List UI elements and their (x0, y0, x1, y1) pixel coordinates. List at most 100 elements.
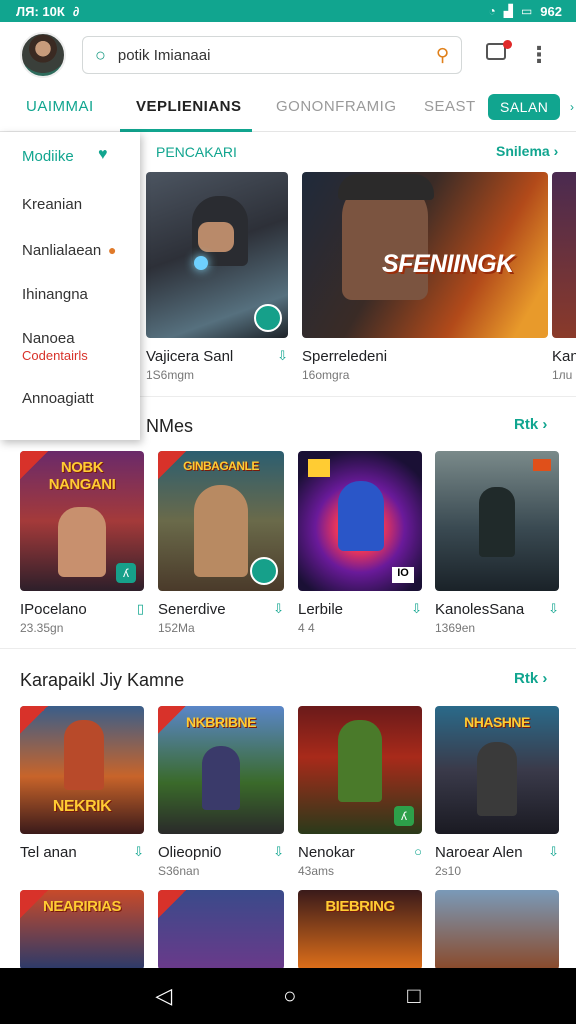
tab-1[interactable]: UAIMMAI (26, 98, 94, 115)
download-icon[interactable]: ○ (414, 844, 422, 861)
game-logo (308, 459, 330, 477)
game-card[interactable]: NOBK NANGANI ʎ IPocelano ▯ 23.35gn (20, 451, 144, 635)
card-title: Senerdive (158, 601, 226, 618)
section-see-all[interactable]: Rtk › (514, 416, 547, 433)
game-thumbnail[interactable] (146, 172, 288, 338)
notification-dot (503, 40, 512, 49)
featured-card-1[interactable]: Vajicera Sanl ⇩ 1S6mgm (146, 172, 288, 382)
game-thumbnail[interactable]: GINBAGANLE (158, 451, 284, 591)
character-face (198, 222, 234, 252)
card-title: Kan (552, 348, 576, 365)
search-box[interactable]: ○ potik Imianaai ⚲ (82, 36, 462, 74)
game-card[interactable] (435, 890, 559, 970)
game-card[interactable]: IO Lerbile ⇩ 4 4 (298, 451, 422, 635)
game-thumbnail[interactable] (552, 172, 576, 338)
section-see-all[interactable]: Rtk › (514, 670, 547, 687)
tab-3[interactable]: GONONFRAMIG (276, 98, 397, 115)
status-right-text: 962 (540, 3, 562, 19)
card-title: KanolesSana (435, 601, 525, 618)
card-size: 23.35gn (20, 621, 64, 635)
game-title-art: IO (392, 567, 414, 583)
card-title: Olieopni0 (158, 844, 222, 861)
menu-item-5[interactable]: Nanoea (22, 330, 75, 347)
download-icon[interactable]: ⇩ (273, 844, 284, 861)
download-icon[interactable]: ⇩ (548, 844, 559, 861)
card-title-row: IPocelano ▯ (20, 601, 144, 618)
game-title-art: NEKRIK (52, 798, 112, 815)
game-card[interactable]: NEARIRIAS (20, 890, 144, 970)
game-card[interactable]: NEKRIK Tel anan ⇩ (20, 706, 144, 864)
game-title-art: GINBAGANLE (183, 459, 259, 473)
game-thumbnail[interactable] (435, 451, 559, 591)
game-thumbnail[interactable]: SFENIINGK (302, 172, 548, 338)
game-card[interactable]: NHASHNE Naroear Alen ⇩ 2s10 (435, 706, 559, 878)
game-card[interactable]: ʎ Nenokar ○ 43ams (298, 706, 422, 878)
card-title-row: Naroear Alen ⇩ (435, 844, 559, 861)
home-icon[interactable]: ○ (283, 983, 296, 1009)
game-thumbnail[interactable]: NKBRIBNE (158, 706, 284, 834)
section-title: Karapaikl Jiy Kamne (20, 670, 185, 690)
game-thumbnail[interactable]: NOBK NANGANI ʎ (20, 451, 144, 591)
glow-art (194, 256, 208, 270)
download-icon[interactable]: ⇩ (273, 601, 284, 618)
game-thumbnail[interactable]: ʎ (298, 706, 422, 834)
card-title-row: Vajicera Sanl ⇩ (146, 348, 288, 365)
tab-4[interactable]: SEAST (424, 98, 476, 115)
game-card[interactable]: KanolesSana ⇩ 1369en (435, 451, 559, 635)
game-thumbnail[interactable]: NHASHNE (435, 706, 559, 834)
download-icon[interactable]: ⇩ (548, 601, 559, 618)
game-title-art: NKBRIBNE (186, 714, 256, 730)
avatar[interactable] (20, 32, 66, 78)
card-size: 152Ma (158, 621, 195, 635)
more-menu-icon[interactable]: ⋮ (528, 44, 550, 66)
game-thumbnail[interactable]: BIEBRING (298, 890, 422, 970)
search-input[interactable]: potik Imianaai (118, 47, 424, 64)
card-size: 1369en (435, 621, 476, 635)
download-icon[interactable]: ⇩ (411, 601, 422, 618)
notification-icon[interactable] (486, 40, 512, 67)
game-card[interactable] (158, 890, 284, 970)
menu-item-4[interactable]: Ihinangna (22, 286, 88, 303)
card-title-row: Sperreledeni (302, 348, 548, 365)
download-icon[interactable]: ⇩ (133, 844, 144, 861)
card-title-row: KanolesSana ⇩ (435, 601, 559, 618)
tab-scroll-icon[interactable]: › (570, 100, 576, 114)
game-title-art: NEARIRIAS (42, 898, 122, 915)
recents-icon[interactable]: □ (407, 983, 420, 1009)
tab-5[interactable]: SALAN (488, 94, 561, 120)
menu-item-6[interactable]: Annoagiatt (22, 390, 94, 407)
game-thumbnail[interactable] (158, 890, 284, 970)
game-thumbnail[interactable]: NEARIRIAS (20, 890, 144, 970)
tab-bar: UAIMMAI VEPLIENIANS GONONFRAMIG SEAST SA… (0, 88, 576, 132)
menu-item-2[interactable]: Kreanian (22, 196, 82, 213)
game-title-art: NHASHNE (464, 714, 530, 730)
status-time: ЛЯ: 10К (16, 3, 65, 19)
featured-see-all[interactable]: Snilema › (496, 143, 558, 159)
card-title-row: Tel anan ⇩ (20, 844, 144, 861)
game-title-art: SFENIINGK (382, 250, 514, 278)
game-thumbnail[interactable]: NEKRIK (20, 706, 144, 834)
character-art (338, 720, 382, 802)
game-thumbnail[interactable]: IO (298, 451, 422, 591)
play-badge-icon (254, 304, 282, 332)
game-logo (533, 459, 551, 471)
featured-card-2[interactable]: SFENIINGK Sperreledeni 16omgra (302, 172, 548, 382)
download-icon[interactable]: ▯ (137, 601, 144, 618)
download-icon[interactable]: ⇩ (277, 348, 288, 365)
play-badge-icon (250, 557, 278, 585)
card-title: IPocelano (20, 601, 87, 618)
game-card[interactable]: BIEBRING (298, 890, 422, 970)
game-thumbnail[interactable] (435, 890, 559, 970)
menu-item-1[interactable]: Modiike (22, 148, 74, 165)
featured-card-3[interactable]: Kan 1лu (552, 172, 576, 382)
search-submit-icon[interactable]: ⚲ (436, 45, 449, 66)
card-title: Tel anan (20, 844, 77, 861)
tab-2[interactable]: VEPLIENIANS (136, 98, 242, 115)
card-size: 1S6mgm (146, 368, 195, 382)
back-icon[interactable]: ◁ (155, 983, 172, 1009)
heart-icon[interactable]: ♥ (98, 146, 108, 164)
character-art (64, 720, 104, 790)
menu-item-3[interactable]: Nanlialaean (22, 242, 101, 259)
game-card[interactable]: NKBRIBNE Olieopni0 ⇩ S36nan (158, 706, 284, 878)
game-card[interactable]: GINBAGANLE Senerdive ⇩ 152Ma (158, 451, 284, 635)
